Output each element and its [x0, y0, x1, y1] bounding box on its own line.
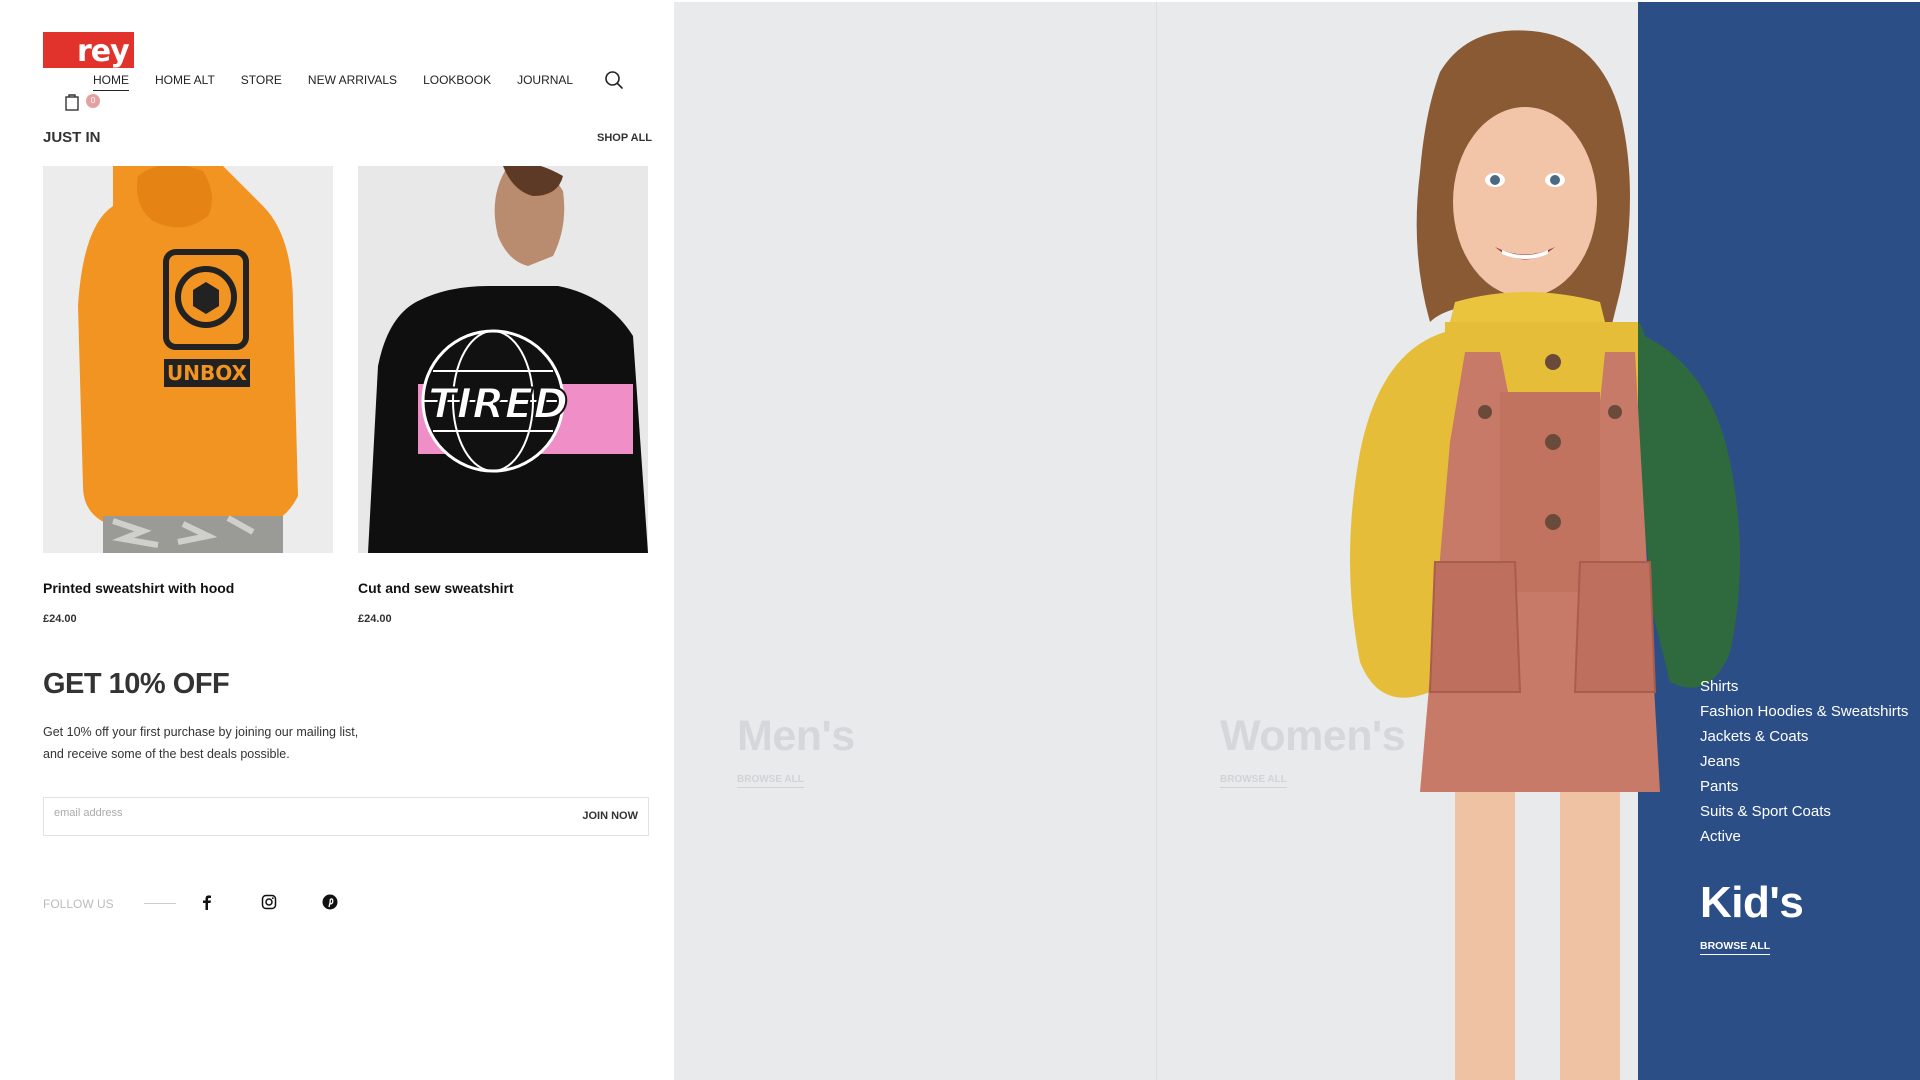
- newsletter-title: GET 10% OFF: [43, 668, 230, 700]
- nav-journal[interactable]: JOURNAL: [517, 73, 573, 91]
- category-title-kids[interactable]: Kid's: [1700, 878, 1804, 928]
- category-panel-men[interactable]: Men's BROWSE ALL: [674, 2, 1156, 1080]
- kids-subcategory-suits[interactable]: Suits & Sport Coats: [1700, 799, 1908, 824]
- pinterest-icon[interactable]: [321, 893, 339, 911]
- follow-us-label: FOLLOW US: [43, 897, 114, 911]
- product-image-hoodie[interactable]: UNBOX: [43, 166, 333, 553]
- kids-subcategory-active[interactable]: Active: [1700, 824, 1908, 849]
- product-name[interactable]: Printed sweatshirt with hood: [43, 580, 234, 596]
- newsletter-text-line: and receive some of the best deals possi…: [43, 747, 290, 761]
- kids-model-image: [1350, 30, 1740, 1080]
- email-field[interactable]: [54, 807, 504, 819]
- nav-store[interactable]: STORE: [241, 73, 282, 91]
- kids-subcategory-list: Shirts Fashion Hoodies & Sweatshirts Jac…: [1700, 674, 1908, 849]
- newsletter-text-line: Get 10% off your first purchase by joini…: [43, 725, 359, 739]
- hoodie-print-text: UNBOX: [167, 361, 248, 385]
- facebook-icon[interactable]: [198, 893, 216, 911]
- shop-all-link[interactable]: SHOP ALL: [597, 132, 652, 144]
- join-now-button[interactable]: JOIN NOW: [582, 810, 638, 822]
- product-price: £24.00: [358, 613, 392, 625]
- main-nav: HOME HOME ALT STORE NEW ARRIVALS LOOKBOO…: [93, 73, 573, 91]
- kids-subcategory-jeans[interactable]: Jeans: [1700, 749, 1908, 774]
- category-title-men[interactable]: Men's: [737, 712, 855, 761]
- nav-home-alt[interactable]: HOME ALT: [155, 73, 215, 91]
- brand-logo[interactable]: rey: [43, 32, 134, 69]
- follow-divider: [144, 903, 176, 904]
- product-image-sweatshirt[interactable]: TIRED: [358, 166, 648, 553]
- just-in-heading: JUST IN: [43, 129, 101, 146]
- browse-all-men[interactable]: BROWSE ALL: [737, 774, 804, 788]
- nav-home[interactable]: HOME: [93, 73, 129, 91]
- product-price: £24.00: [43, 613, 77, 625]
- kids-subcategory-pants[interactable]: Pants: [1700, 774, 1908, 799]
- newsletter-form: JOIN NOW: [43, 797, 649, 836]
- instagram-icon[interactable]: [260, 893, 278, 911]
- cart-count-badge: 0: [86, 94, 100, 108]
- newsletter-text: Get 10% off your first purchase by joini…: [43, 721, 383, 765]
- nav-lookbook[interactable]: LOOKBOOK: [423, 73, 491, 91]
- kids-subcategory-shirts[interactable]: Shirts: [1700, 674, 1908, 699]
- black-sweatshirt-illustration: TIRED: [358, 166, 648, 553]
- product-name[interactable]: Cut and sew sweatshirt: [358, 580, 514, 596]
- search-icon[interactable]: [604, 70, 624, 90]
- kids-subcategory-hoodies[interactable]: Fashion Hoodies & Sweatshirts: [1700, 699, 1908, 724]
- browse-all-kids[interactable]: BROWSE ALL: [1700, 940, 1771, 955]
- left-panel: rey HOME HOME ALT STORE NEW ARRIVALS LOO…: [0, 0, 674, 1080]
- kids-subcategory-jackets[interactable]: Jackets & Coats: [1700, 724, 1908, 749]
- nav-new-arrivals[interactable]: NEW ARRIVALS: [308, 73, 397, 91]
- orange-hoodie-illustration: UNBOX: [43, 166, 333, 553]
- sweatshirt-print-text: TIRED: [428, 379, 568, 428]
